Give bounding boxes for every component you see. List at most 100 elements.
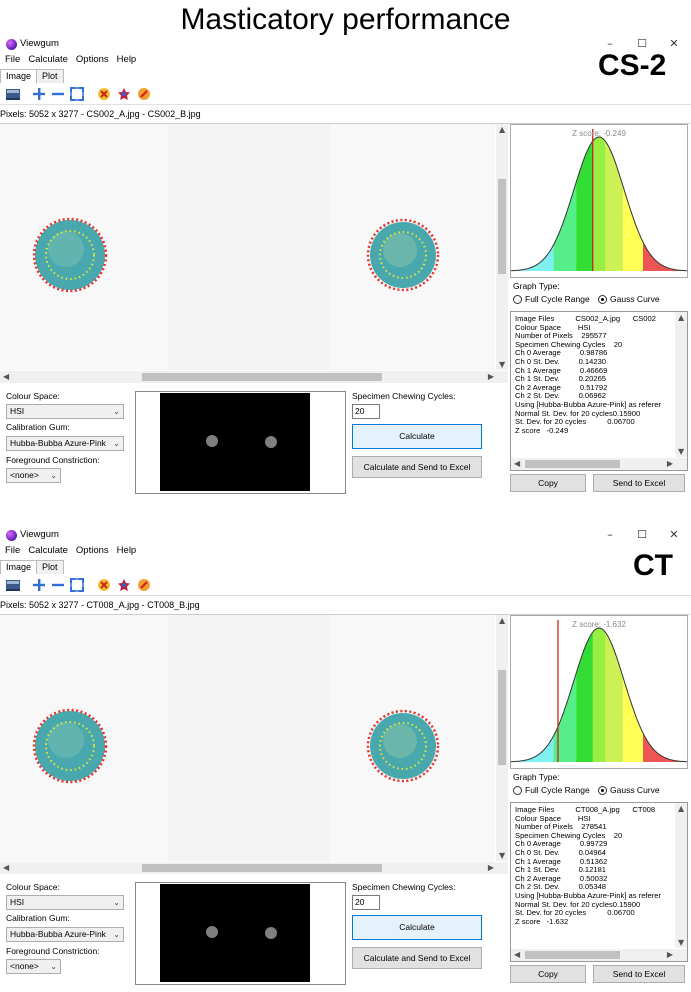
results-scroll-right-icon[interactable]: ▶: [667, 459, 673, 468]
chewing-cycles-input[interactable]: 20: [352, 404, 380, 419]
image-horizontal-scrollbar[interactable]: ◀ ▶: [0, 371, 508, 383]
select-gum-icon[interactable]: [116, 86, 132, 102]
clear-selection-icon[interactable]: [96, 577, 112, 593]
scanner-icon[interactable]: [5, 86, 21, 102]
tab-plot[interactable]: Plot: [36, 560, 64, 574]
results-vertical-scrollbar[interactable]: ▲ ▼: [675, 803, 687, 948]
scanner-icon[interactable]: [5, 577, 21, 593]
send-to-excel-button[interactable]: Send to Excel: [593, 965, 685, 983]
send-to-excel-button[interactable]: Send to Excel: [593, 474, 685, 492]
menu-help[interactable]: Help: [117, 545, 137, 556]
chewing-cycles-input[interactable]: 20: [352, 895, 380, 910]
remove-mark-icon[interactable]: [136, 577, 152, 593]
gauss-band: [553, 137, 577, 271]
maximize-icon[interactable]: ☐: [632, 527, 652, 543]
radio-full-cycle-range-icon[interactable]: [513, 785, 522, 795]
chevron-down-icon[interactable]: ⌄: [113, 405, 120, 418]
results-scroll-left-icon[interactable]: ◀: [514, 459, 520, 468]
radio-full-cycle-range[interactable]: Full Cycle Range: [513, 785, 590, 795]
vertical-scroll-thumb[interactable]: [498, 670, 506, 765]
results-scroll-down-icon[interactable]: ▼: [678, 447, 684, 456]
results-scroll-right-icon[interactable]: ▶: [667, 950, 673, 959]
scroll-right-icon[interactable]: ▶: [488, 372, 494, 381]
radio-gauss-curve-icon[interactable]: [598, 294, 607, 304]
calculate-button[interactable]: Calculate: [352, 915, 482, 940]
chevron-down-icon[interactable]: ⌄: [113, 896, 120, 909]
menu-calculate[interactable]: Calculate: [28, 545, 68, 556]
close-icon[interactable]: ✕: [664, 527, 684, 543]
menu-options[interactable]: Options: [76, 545, 109, 556]
scroll-right-icon[interactable]: ▶: [488, 863, 494, 872]
calibration-gum-select[interactable]: Hubba-Bubba Azure-Pink ⌄: [6, 927, 124, 942]
radio-full-cycle-range-icon[interactable]: [513, 294, 522, 304]
results-horizontal-scrollbar[interactable]: ◀ ▶: [511, 458, 687, 470]
results-text-box[interactable]: Image Files CT008_A.jpg CT008 Colour Spac…: [510, 802, 688, 962]
fit-to-window-icon[interactable]: [69, 577, 85, 593]
menu-bar: File Calculate Options Help: [0, 54, 691, 68]
menu-calculate[interactable]: Calculate: [28, 54, 68, 65]
chevron-down-icon[interactable]: ⌄: [113, 928, 120, 941]
calibration-gum-select[interactable]: Hubba-Bubba Azure-Pink ⌄: [6, 436, 124, 451]
results-scroll-down-icon[interactable]: ▼: [678, 938, 684, 947]
copy-button[interactable]: Copy: [510, 965, 586, 983]
foreground-constriction-select[interactable]: <none> ⌄: [6, 468, 61, 483]
zoom-in-icon[interactable]: [31, 577, 47, 593]
scroll-left-icon[interactable]: ◀: [3, 863, 9, 872]
foreground-constriction-label: Foreground Constriction:: [6, 455, 100, 465]
specimen-image-area[interactable]: [0, 615, 495, 861]
horizontal-scroll-thumb[interactable]: [142, 864, 382, 872]
calculate-and-send-to-excel-button[interactable]: Calculate and Send to Excel: [352, 947, 482, 969]
chevron-down-icon[interactable]: ⌄: [50, 469, 57, 482]
menu-help[interactable]: Help: [117, 54, 137, 65]
select-gum-icon[interactable]: [116, 577, 132, 593]
scroll-left-icon[interactable]: ◀: [3, 372, 9, 381]
chevron-down-icon[interactable]: ⌄: [50, 960, 57, 973]
colour-space-select[interactable]: HSI ⌄: [6, 895, 124, 910]
scroll-up-icon[interactable]: ▲: [499, 125, 505, 134]
results-vertical-scrollbar[interactable]: ▲ ▼: [675, 312, 687, 457]
results-scroll-up-icon[interactable]: ▲: [678, 313, 684, 322]
results-scroll-thumb[interactable]: [525, 951, 620, 959]
colour-space-select[interactable]: HSI ⌄: [6, 404, 124, 419]
radio-gauss-curve[interactable]: Gauss Curve: [598, 785, 660, 795]
results-text-box[interactable]: Image Files CS002_A.jpg CS002 Colour Spac…: [510, 311, 688, 471]
calculate-and-send-to-excel-button[interactable]: Calculate and Send to Excel: [352, 456, 482, 478]
menu-file[interactable]: File: [5, 545, 20, 556]
results-horizontal-scrollbar[interactable]: ◀ ▶: [511, 949, 687, 961]
minimize-icon[interactable]: –: [600, 527, 620, 543]
image-vertical-scrollbar[interactable]: ▲ ▼: [496, 615, 508, 861]
radio-full-cycle-range[interactable]: Full Cycle Range: [513, 294, 590, 304]
scroll-up-icon[interactable]: ▲: [499, 616, 505, 625]
menu-options[interactable]: Options: [76, 54, 109, 65]
results-scroll-left-icon[interactable]: ◀: [514, 950, 520, 959]
tab-image[interactable]: Image: [0, 69, 38, 83]
results-scroll-thumb[interactable]: [525, 460, 620, 468]
horizontal-scroll-thumb[interactable]: [142, 373, 382, 381]
tab-image[interactable]: Image: [0, 560, 38, 574]
remove-mark-icon[interactable]: [136, 86, 152, 102]
results-line: Ch 1 Average 0.51362: [515, 857, 608, 866]
image-vertical-scrollbar[interactable]: ▲ ▼: [496, 124, 508, 370]
clear-selection-icon[interactable]: [96, 86, 112, 102]
image-horizontal-scrollbar[interactable]: ◀ ▶: [0, 862, 508, 874]
tab-strip: Image Plot: [0, 560, 64, 574]
results-scroll-up-icon[interactable]: ▲: [678, 804, 684, 813]
copy-button[interactable]: Copy: [510, 474, 586, 492]
close-icon[interactable]: ✕: [664, 36, 684, 52]
fit-to-window-icon[interactable]: [69, 86, 85, 102]
radio-gauss-curve[interactable]: Gauss Curve: [598, 294, 660, 304]
tab-plot[interactable]: Plot: [36, 69, 64, 83]
menu-file[interactable]: File: [5, 54, 20, 65]
scroll-down-icon[interactable]: ▼: [499, 360, 505, 369]
vertical-scroll-thumb[interactable]: [498, 179, 506, 274]
chevron-down-icon[interactable]: ⌄: [113, 437, 120, 450]
foreground-constriction-select[interactable]: <none> ⌄: [6, 959, 61, 974]
calculate-button[interactable]: Calculate: [352, 424, 482, 449]
results-line: Normal St. Dev. for 20 cycles0.15900: [515, 900, 641, 909]
specimen-image-area[interactable]: [0, 124, 495, 370]
zoom-out-icon[interactable]: [50, 86, 66, 102]
zoom-in-icon[interactable]: [31, 86, 47, 102]
zoom-out-icon[interactable]: [50, 577, 66, 593]
radio-gauss-curve-icon[interactable]: [598, 785, 607, 795]
scroll-down-icon[interactable]: ▼: [499, 851, 505, 860]
